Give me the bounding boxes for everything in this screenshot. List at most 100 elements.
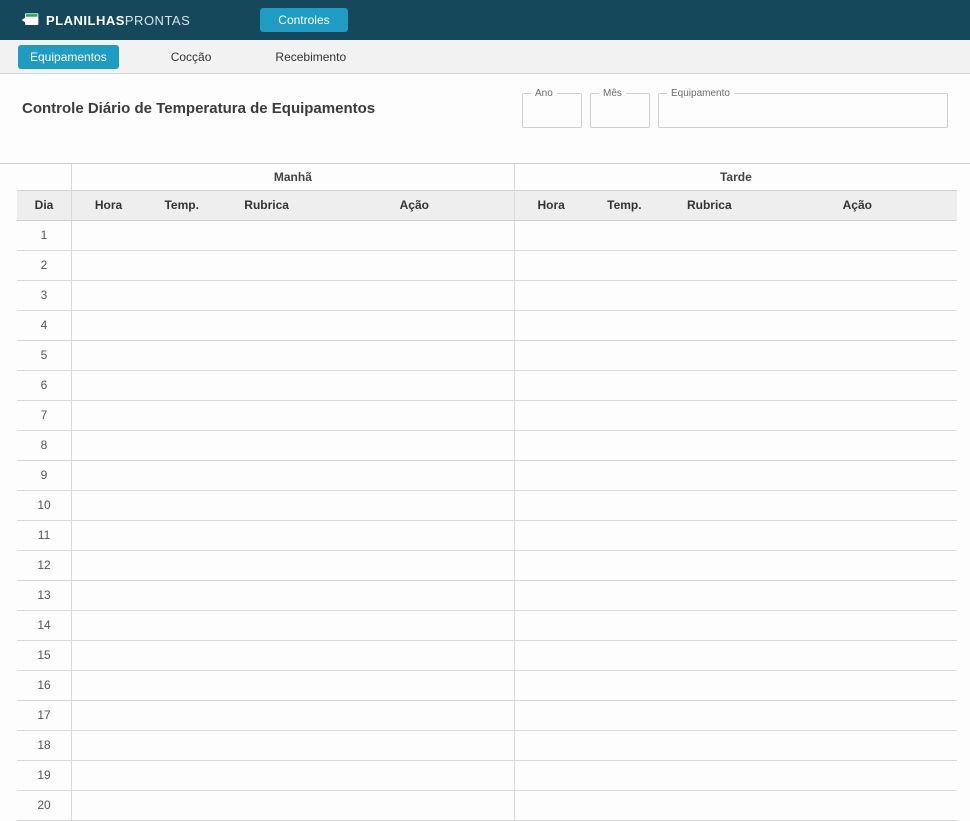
cell-hora-t[interactable] [514, 550, 587, 580]
cell-acao-t[interactable] [758, 640, 957, 670]
cell-temp-m[interactable] [145, 280, 218, 310]
cell-acao-t[interactable] [758, 520, 957, 550]
cell-acao-m[interactable] [315, 760, 514, 790]
cell-rubrica-m[interactable] [218, 370, 315, 400]
cell-acao-m[interactable] [315, 730, 514, 760]
cell-temp-m[interactable] [145, 670, 218, 700]
cell-acao-t[interactable] [758, 340, 957, 370]
cell-rubrica-t[interactable] [661, 490, 758, 520]
cell-rubrica-t[interactable] [661, 670, 758, 700]
cell-hora-m[interactable] [72, 220, 145, 250]
cell-hora-m[interactable] [72, 610, 145, 640]
cell-acao-m[interactable] [315, 310, 514, 340]
cell-temp-m[interactable] [145, 640, 218, 670]
filter-mes[interactable]: Mês [590, 88, 650, 128]
cell-acao-t[interactable] [758, 670, 957, 700]
cell-hora-t[interactable] [514, 730, 587, 760]
cell-rubrica-t[interactable] [661, 520, 758, 550]
cell-hora-t[interactable] [514, 220, 587, 250]
cell-acao-m[interactable] [315, 520, 514, 550]
cell-acao-m[interactable] [315, 340, 514, 370]
cell-temp-m[interactable] [145, 790, 218, 820]
cell-hora-t[interactable] [514, 250, 587, 280]
cell-acao-m[interactable] [315, 280, 514, 310]
cell-rubrica-m[interactable] [218, 580, 315, 610]
cell-acao-m[interactable] [315, 610, 514, 640]
cell-dia[interactable]: 8 [17, 430, 72, 460]
cell-rubrica-m[interactable] [218, 640, 315, 670]
cell-acao-m[interactable] [315, 220, 514, 250]
cell-hora-m[interactable] [72, 730, 145, 760]
cell-dia[interactable]: 5 [17, 340, 72, 370]
cell-rubrica-t[interactable] [661, 430, 758, 460]
cell-rubrica-t[interactable] [661, 610, 758, 640]
cell-temp-m[interactable] [145, 400, 218, 430]
cell-hora-m[interactable] [72, 640, 145, 670]
cell-hora-m[interactable] [72, 460, 145, 490]
cell-temp-t[interactable] [588, 220, 661, 250]
cell-hora-t[interactable] [514, 640, 587, 670]
cell-acao-t[interactable] [758, 280, 957, 310]
cell-rubrica-t[interactable] [661, 370, 758, 400]
cell-rubrica-t[interactable] [661, 580, 758, 610]
cell-rubrica-m[interactable] [218, 310, 315, 340]
cell-hora-t[interactable] [514, 610, 587, 640]
cell-rubrica-t[interactable] [661, 640, 758, 670]
cell-acao-t[interactable] [758, 790, 957, 820]
cell-hora-m[interactable] [72, 340, 145, 370]
cell-hora-t[interactable] [514, 460, 587, 490]
cell-rubrica-m[interactable] [218, 700, 315, 730]
cell-temp-t[interactable] [588, 250, 661, 280]
cell-hora-m[interactable] [72, 790, 145, 820]
controles-button[interactable]: Controles [260, 8, 347, 32]
cell-acao-t[interactable] [758, 580, 957, 610]
cell-hora-m[interactable] [72, 400, 145, 430]
tab-coccao[interactable]: Cocção [159, 45, 224, 69]
cell-hora-t[interactable] [514, 280, 587, 310]
cell-rubrica-m[interactable] [218, 790, 315, 820]
cell-rubrica-t[interactable] [661, 550, 758, 580]
tab-equipamentos[interactable]: Equipamentos [18, 45, 119, 69]
cell-temp-t[interactable] [588, 670, 661, 700]
cell-dia[interactable]: 14 [17, 610, 72, 640]
cell-temp-m[interactable] [145, 220, 218, 250]
cell-temp-m[interactable] [145, 340, 218, 370]
cell-hora-t[interactable] [514, 400, 587, 430]
cell-hora-t[interactable] [514, 520, 587, 550]
cell-hora-m[interactable] [72, 310, 145, 340]
cell-temp-t[interactable] [588, 370, 661, 400]
cell-temp-t[interactable] [588, 730, 661, 760]
cell-hora-t[interactable] [514, 760, 587, 790]
cell-rubrica-m[interactable] [218, 460, 315, 490]
cell-temp-t[interactable] [588, 760, 661, 790]
cell-rubrica-m[interactable] [218, 220, 315, 250]
cell-rubrica-t[interactable] [661, 760, 758, 790]
cell-temp-t[interactable] [588, 280, 661, 310]
cell-hora-m[interactable] [72, 580, 145, 610]
cell-acao-m[interactable] [315, 640, 514, 670]
cell-hora-t[interactable] [514, 790, 587, 820]
cell-rubrica-t[interactable] [661, 250, 758, 280]
cell-temp-m[interactable] [145, 610, 218, 640]
cell-dia[interactable]: 19 [17, 760, 72, 790]
cell-rubrica-t[interactable] [661, 460, 758, 490]
cell-rubrica-m[interactable] [218, 610, 315, 640]
cell-acao-t[interactable] [758, 220, 957, 250]
cell-hora-t[interactable] [514, 310, 587, 340]
cell-dia[interactable]: 17 [17, 700, 72, 730]
filter-ano[interactable]: Ano [522, 88, 582, 128]
cell-rubrica-m[interactable] [218, 340, 315, 370]
cell-acao-t[interactable] [758, 250, 957, 280]
cell-rubrica-t[interactable] [661, 280, 758, 310]
cell-acao-t[interactable] [758, 700, 957, 730]
filter-equipamento[interactable]: Equipamento [658, 88, 948, 128]
cell-temp-m[interactable] [145, 580, 218, 610]
cell-hora-t[interactable] [514, 580, 587, 610]
cell-acao-t[interactable] [758, 550, 957, 580]
cell-hora-t[interactable] [514, 370, 587, 400]
cell-acao-t[interactable] [758, 430, 957, 460]
cell-rubrica-m[interactable] [218, 670, 315, 700]
cell-temp-m[interactable] [145, 490, 218, 520]
cell-temp-m[interactable] [145, 730, 218, 760]
tab-recebimento[interactable]: Recebimento [263, 45, 358, 69]
